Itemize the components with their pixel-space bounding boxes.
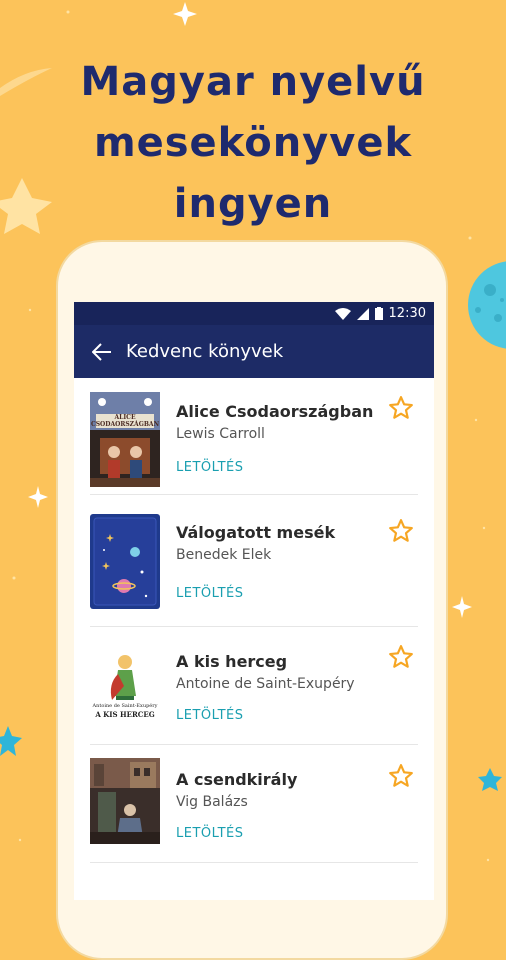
book-author: Lewis Carroll (176, 426, 265, 442)
book-title[interactable]: Válogatott mesék (176, 523, 335, 542)
headline-line-1: Magyar nyelvű (80, 59, 426, 105)
sparkle-decoration (452, 596, 472, 618)
book-author: Vig Balázs (176, 794, 248, 810)
book-title[interactable]: A kis herceg (176, 652, 287, 671)
benedek-cover-art (90, 514, 160, 609)
status-time: 12:30 (388, 306, 426, 321)
status-bar: 12:30 (74, 302, 434, 325)
download-button[interactable]: LETÖLTÉS (176, 826, 244, 841)
star-decoration (478, 768, 502, 791)
sparkle-decoration (173, 2, 197, 26)
wifi-icon (334, 307, 351, 320)
alice-cover-art (90, 392, 160, 487)
headline-line-2: mesekönyvek (93, 120, 413, 166)
little-prince-cover-art (90, 640, 160, 735)
signal-icon (356, 307, 369, 320)
star-decoration (0, 726, 22, 756)
book-cover[interactable] (90, 514, 160, 609)
list-item[interactable]: ALICE CSODAORSZÁGBAN Alice Csodaországba… (90, 378, 418, 495)
download-button[interactable]: LETÖLTÉS (176, 586, 244, 601)
book-cover[interactable]: Antoine de Saint-Exupéry A KIS HERCEG (90, 640, 160, 735)
favorite-star-icon[interactable] (388, 644, 414, 670)
page-title: Kedvenc könyvek (126, 341, 284, 362)
battery-icon (374, 307, 383, 320)
sparkle-decoration (28, 486, 48, 508)
alice-cover-title: ALICE CSODAORSZÁGBAN (90, 414, 160, 428)
download-button[interactable]: LETÖLTÉS (176, 708, 244, 723)
planet-decoration (468, 261, 506, 349)
promo-headline: Magyar nyelvű mesekönyvek ingyen (0, 52, 506, 235)
back-arrow-icon[interactable] (92, 342, 112, 361)
csendkiraly-cover-art (90, 758, 160, 844)
book-cover[interactable]: ALICE CSODAORSZÁGBAN (90, 392, 160, 487)
little-prince-cover-title: Antoine de Saint-Exupéry A KIS HERCEG (92, 703, 158, 719)
book-cover[interactable] (90, 758, 160, 853)
list-item[interactable]: Válogatott mesék Benedek Elek LETÖLTÉS (90, 494, 418, 627)
book-author: Benedek Elek (176, 547, 272, 563)
favorite-star-icon[interactable] (388, 763, 414, 789)
book-title[interactable]: A csendkirály (176, 770, 297, 789)
list-item[interactable]: A csendkirály Vig Balázs LETÖLTÉS (90, 744, 418, 863)
favorite-star-icon[interactable] (388, 395, 414, 421)
phone-screen: 12:30 Kedvenc könyvek ALICE CSODAORSZÁGB… (74, 302, 434, 900)
book-title[interactable]: Alice Csodaországban (176, 402, 373, 421)
book-author: Antoine de Saint-Exupéry (176, 676, 355, 692)
headline-line-3: ingyen (173, 181, 333, 227)
app-bar: Kedvenc könyvek (74, 325, 434, 378)
favorite-star-icon[interactable] (388, 518, 414, 544)
list-item[interactable]: Antoine de Saint-Exupéry A KIS HERCEG A … (90, 626, 418, 745)
download-button[interactable]: LETÖLTÉS (176, 460, 244, 475)
